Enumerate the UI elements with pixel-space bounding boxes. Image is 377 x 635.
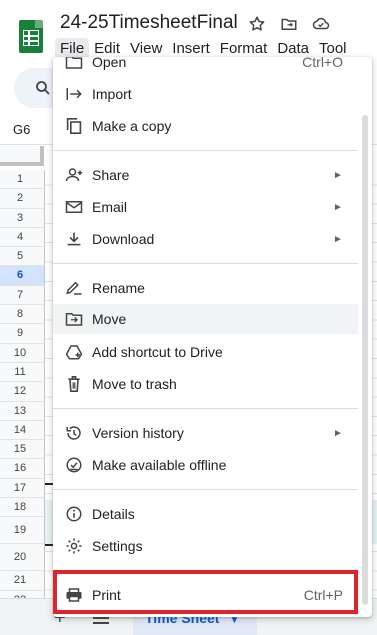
- email-icon: [64, 198, 84, 216]
- menu-item-label: Move to trash: [92, 376, 177, 392]
- menu-item-label: Version history: [92, 425, 184, 441]
- menu-divider: [53, 263, 358, 264]
- menu-item-label: Import: [92, 86, 132, 102]
- row-header[interactable]: 3: [0, 208, 45, 228]
- offline-check-icon: [64, 456, 84, 474]
- menu-item-email[interactable]: Email ►: [53, 192, 358, 222]
- info-icon: [64, 505, 84, 523]
- copy-icon: [64, 117, 84, 135]
- person-add-icon: [64, 166, 84, 184]
- menu-item-import[interactable]: Import: [53, 79, 358, 109]
- menu-divider: [53, 489, 358, 490]
- menu-item-move-to-trash[interactable]: Move to trash: [53, 369, 358, 399]
- gear-icon: [64, 537, 84, 555]
- row-header[interactable]: 9: [0, 324, 45, 344]
- submenu-arrow-icon: ►: [333, 201, 343, 213]
- submenu-arrow-icon: ►: [333, 233, 343, 245]
- menu-item-settings[interactable]: Settings: [53, 531, 358, 561]
- move-to-folder-icon[interactable]: [279, 14, 299, 34]
- drive-shortcut-icon: [64, 343, 84, 361]
- history-icon: [64, 424, 84, 442]
- row-header[interactable]: 8: [0, 305, 45, 325]
- import-icon: [64, 85, 84, 103]
- name-box[interactable]: G6: [0, 118, 44, 142]
- row-header[interactable]: 19: [0, 517, 45, 545]
- menu-item-add-shortcut[interactable]: Add shortcut to Drive: [53, 337, 358, 367]
- row-header[interactable]: 10: [0, 343, 45, 363]
- folder-open-icon: [64, 57, 84, 71]
- menu-item-make-a-copy[interactable]: Make a copy: [53, 111, 358, 141]
- row-header[interactable]: 21: [0, 571, 45, 591]
- menu-item-details[interactable]: Details: [53, 499, 358, 529]
- file-menu-dropdown: Open Ctrl+O Import Make a copy Share ► E…: [53, 57, 372, 617]
- menu-item-label: Rename: [92, 280, 145, 296]
- menu-item-label: Details: [92, 506, 135, 522]
- row-header[interactable]: 2: [0, 189, 45, 209]
- menu-item-label: Make available offline: [92, 457, 227, 473]
- row-header[interactable]: 18: [0, 498, 45, 518]
- row-header[interactable]: 7: [0, 285, 45, 306]
- select-all-corner[interactable]: [0, 146, 44, 166]
- star-icon[interactable]: [247, 14, 267, 34]
- row-header[interactable]: 12: [0, 382, 45, 402]
- shortcut-label: Ctrl+O: [302, 57, 343, 70]
- row-header[interactable]: 14: [0, 420, 45, 441]
- menu-item-label: Share: [92, 167, 130, 183]
- download-icon: [64, 230, 84, 248]
- menu-item-download[interactable]: Download ►: [53, 224, 358, 254]
- menu-scrollbar[interactable]: [362, 115, 368, 605]
- print-highlight-box: [53, 570, 358, 614]
- row-header[interactable]: 15: [0, 440, 45, 460]
- row-header[interactable]: 13: [0, 401, 45, 421]
- menu-divider: [53, 408, 358, 409]
- row-header[interactable]: 17: [0, 478, 45, 499]
- trash-icon: [64, 375, 84, 393]
- row-header-selected[interactable]: 6: [0, 266, 45, 286]
- menu-item-label: Download: [92, 231, 155, 247]
- sheets-grid-glyph: [23, 30, 39, 46]
- menu-item-move[interactable]: Move: [53, 304, 358, 334]
- menu-item-label: Open: [92, 57, 127, 70]
- border-line: [45, 544, 53, 546]
- submenu-arrow-icon: ►: [333, 427, 343, 439]
- row-header[interactable]: 16: [0, 459, 45, 479]
- menu-item-version-history[interactable]: Version history ►: [53, 418, 358, 448]
- menu-item-share[interactable]: Share ►: [53, 160, 358, 190]
- document-title[interactable]: 24-25TimesheetFinal: [60, 12, 238, 34]
- menu-item-label: Move: [92, 311, 127, 327]
- move-to-folder-icon: [64, 310, 84, 328]
- sheets-logo-icon[interactable]: [19, 20, 43, 53]
- row-header[interactable]: 1: [0, 170, 45, 190]
- menu-item-label: Make a copy: [92, 118, 172, 134]
- menu-item-open[interactable]: Open Ctrl+O: [53, 57, 358, 77]
- row-header[interactable]: 4: [0, 227, 45, 248]
- cloud-status-icon[interactable]: [311, 14, 331, 34]
- submenu-arrow-icon: ►: [333, 169, 343, 181]
- row-header[interactable]: 5: [0, 247, 45, 267]
- rename-pencil-icon: [64, 279, 84, 297]
- menu-item-label: Settings: [92, 538, 143, 554]
- row-header[interactable]: 11: [0, 362, 45, 383]
- row-headers: 1 2 3 4 5 6 7 8 9 10 11 12 13 14 15 16 1…: [0, 170, 45, 618]
- search-icon: [34, 79, 52, 102]
- menu-divider: [53, 150, 358, 151]
- menu-item-make-available-offline[interactable]: Make available offline: [53, 450, 358, 480]
- border-line: [45, 483, 53, 485]
- menu-item-label: Email: [92, 199, 128, 215]
- menu-item-rename[interactable]: Rename: [53, 273, 358, 303]
- row-header[interactable]: 20: [0, 544, 45, 572]
- menu-item-label: Add shortcut to Drive: [92, 344, 223, 360]
